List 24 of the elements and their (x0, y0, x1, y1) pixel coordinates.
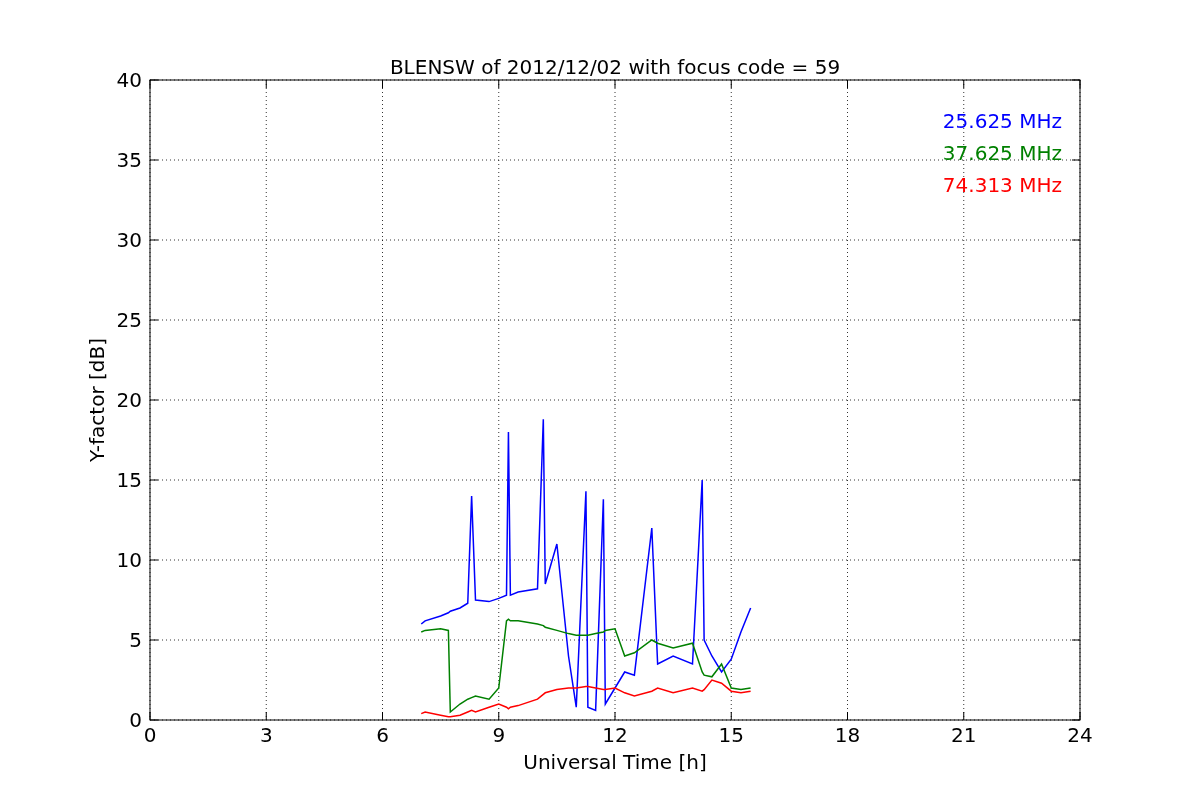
x-tick-label: 0 (143, 723, 157, 747)
y-tick-label: 20 (116, 388, 142, 412)
chart-title: BLENSW of 2012/12/02 with focus code = 59 (389, 55, 841, 79)
x-tick-label: 3 (259, 723, 273, 747)
x-tick-label: 9 (492, 723, 506, 747)
y-tick-label: 0 (129, 708, 142, 732)
y-tick-label: 30 (116, 228, 142, 252)
y-tick-label: 15 (116, 468, 142, 492)
y-tick-label: 10 (116, 548, 142, 572)
y-tick-label: 5 (129, 628, 142, 652)
x-tick-label: 21 (951, 723, 977, 747)
legend-label: 25.625 MHz (942, 109, 1062, 133)
legend-label: 37.625 MHz (942, 141, 1062, 165)
x-tick-label: 6 (376, 723, 389, 747)
x-tick-label: 12 (602, 723, 628, 747)
legend-label: 74.313 MHz (942, 173, 1062, 197)
x-axis-label: Universal Time [h] (523, 750, 707, 774)
y-tick-label: 25 (116, 308, 142, 332)
y-axis-label: Y-factor [dB] (85, 338, 109, 462)
y-tick-label: 40 (116, 68, 142, 92)
x-tick-label: 18 (834, 723, 861, 747)
y-tick-label: 35 (116, 148, 142, 172)
x-tick-label: 24 (1067, 723, 1093, 747)
x-tick-label: 15 (718, 723, 744, 747)
